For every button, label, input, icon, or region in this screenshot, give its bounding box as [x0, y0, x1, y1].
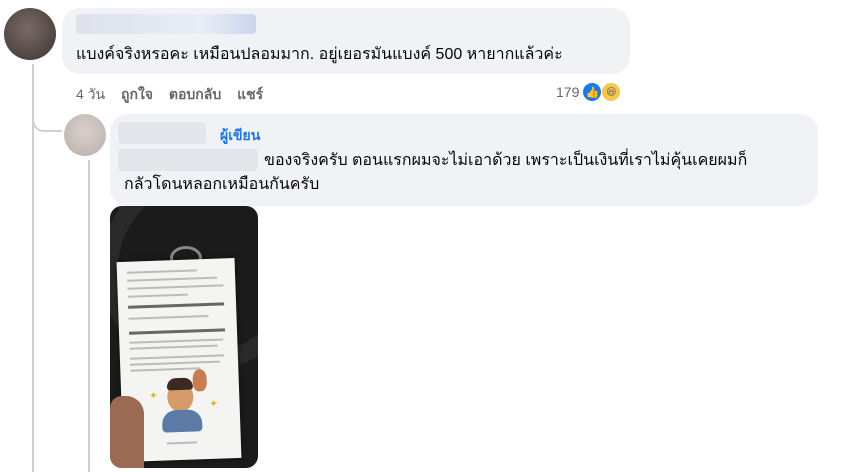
memoji-body [161, 409, 203, 433]
receipt-line [129, 354, 224, 360]
author-name-blurred[interactable] [118, 122, 206, 144]
sparkle-icon: ✦ [209, 398, 219, 410]
author-avatar[interactable] [64, 114, 106, 156]
reaction-summary[interactable]: 179 👍 😆 [556, 82, 622, 102]
receipt-line [127, 276, 218, 282]
receipt-line [127, 293, 188, 298]
reply-text-line1: ของจริงครับ ตอนแรกผมจะไม่เอาด้วย เพราะเป… [264, 152, 748, 169]
sparkle-icon: ✦ [149, 390, 158, 403]
thread-branch [32, 112, 62, 132]
commenter-name-blurred[interactable] [76, 14, 256, 34]
haha-icon: 😆 [601, 82, 622, 102]
memoji-hair [166, 377, 194, 391]
receipt-line [129, 338, 224, 344]
receipt-line [128, 314, 209, 320]
receipt-total-pay [128, 328, 226, 335]
receipt-total [128, 302, 225, 309]
thread-line-2 [88, 160, 90, 472]
like-button[interactable]: ถูกใจ [121, 86, 153, 102]
receipt-photo[interactable]: ✦ ✦ [110, 206, 258, 468]
memoji-hand [192, 369, 208, 392]
mention-blurred[interactable] [118, 149, 258, 171]
reaction-count: 179 [556, 84, 580, 100]
receipt-line [129, 344, 218, 350]
comment-text: แบงค์จริงหรอคะ เหมือนปลอมมาก. อยู่เยอรมั… [76, 46, 563, 63]
receipt-line [130, 367, 201, 372]
reply-text-line2: กลัวโดนหลอกเหมือนกันครับ [124, 176, 320, 193]
like-icon: 👍 [583, 83, 602, 101]
receipt-line [127, 284, 224, 290]
receipt-line [130, 360, 221, 366]
commenter-avatar[interactable] [4, 8, 56, 60]
comment-actions: 4 วัน ถูกใจ ตอบกลับ แชร์ [76, 84, 275, 106]
author-badge: ผู้เขียน [220, 127, 261, 143]
share-button[interactable]: แชร์ [237, 86, 263, 102]
reply-button[interactable]: ตอบกลับ [169, 86, 221, 102]
comment-time[interactable]: 4 วัน [76, 86, 105, 102]
receipt-line [166, 441, 197, 445]
holding-hand [110, 396, 144, 468]
receipt-line [126, 269, 197, 274]
